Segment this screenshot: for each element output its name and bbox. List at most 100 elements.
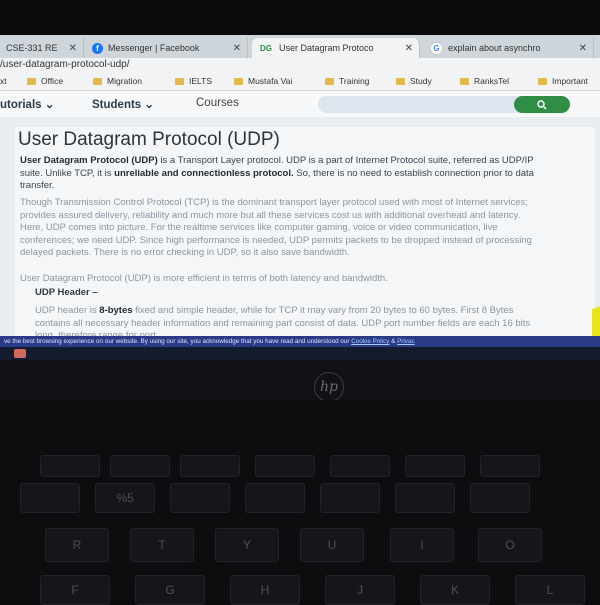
folder-icon (93, 77, 102, 85)
tab-title: Messenger | Facebook (108, 43, 200, 53)
bookmark-item[interactable]: Training (325, 76, 369, 86)
keyboard-key (320, 483, 380, 513)
efficiency-paragraph: User Datagram Protocol (UDP) is more eff… (20, 273, 388, 284)
bookmark-label: xt (0, 76, 7, 86)
search-icon (537, 99, 547, 110)
google-icon: G (430, 41, 443, 55)
facebook-icon: f (92, 42, 103, 54)
key-f: F (40, 575, 110, 605)
keyboard-key (110, 455, 170, 477)
url-text[interactable]: /user-datagram-protocol-udp/ (0, 59, 130, 70)
close-icon[interactable]: ✕ (69, 43, 77, 54)
bookmark-label: IELTS (189, 76, 212, 86)
folder-icon (175, 77, 184, 85)
site-navigation: utorials ⌄ Students ⌄ Courses (0, 91, 600, 117)
bookmark-label: Mustafa Vai (248, 76, 293, 86)
keyboard-key (405, 455, 465, 477)
bookmarks-bar: xt Office Migration IELTS Mustafa Vai Tr… (0, 74, 600, 91)
key-l: L (515, 575, 585, 605)
bookmark-item[interactable]: Study (396, 76, 432, 86)
key-y: Y (215, 528, 279, 562)
key-t: T (130, 528, 194, 562)
keyboard-key (395, 483, 455, 513)
text-span: UDP header is (35, 305, 100, 316)
tab-title: explain about asynchro (448, 43, 541, 53)
bookmark-item[interactable]: xt (0, 76, 7, 86)
keyboard-key (330, 455, 390, 477)
udp-header-heading: UDP Header – (35, 287, 98, 298)
article-title: User Datagram Protocol (UDP) (18, 129, 280, 150)
keyboard-key: % 5 (95, 483, 155, 513)
chevron-down-icon: ⌄ (44, 99, 55, 111)
taskbar-app-icon[interactable] (14, 349, 26, 358)
laptop-bezel (0, 360, 600, 400)
nav-label: utorials (0, 99, 42, 111)
hp-logo: hp (314, 372, 344, 402)
term-bold: unreliable and connectionless protocol. (114, 167, 294, 179)
bookmark-label: Office (41, 76, 64, 86)
geeksforgeeks-icon: DG (260, 43, 272, 53)
folder-icon (460, 77, 469, 85)
bookmark-item[interactable]: Important (538, 76, 588, 86)
term-bold: User Datagram Protocol (UDP) (20, 155, 158, 166)
folder-icon (27, 77, 36, 85)
tab-messenger[interactable]: f Messenger | Facebook ✕ (86, 38, 248, 58)
keyboard-key (255, 455, 315, 477)
bookmark-label: Study (410, 76, 432, 86)
close-icon[interactable]: ✕ (405, 43, 413, 54)
key-i: I (390, 528, 454, 562)
bookmark-label: RanksTel (474, 76, 509, 86)
privacy-policy-link[interactable]: Privac (397, 338, 415, 345)
cookie-policy-link[interactable]: Cookie Policy (351, 338, 389, 345)
search-button[interactable] (514, 96, 570, 113)
nav-tutorials[interactable]: utorials ⌄ (0, 97, 54, 111)
tab-title: CSE-331 RE (6, 43, 58, 53)
key-o: O (478, 528, 542, 562)
bookmark-item[interactable]: IELTS (175, 76, 212, 86)
bookmark-item[interactable]: Mustafa Vai (234, 76, 292, 86)
tab-cse331[interactable]: CSE-331 RE ✕ (0, 38, 84, 58)
intro-paragraph: User Datagram Protocol (UDP) is a Transp… (20, 155, 540, 193)
key-h: H (230, 575, 300, 605)
bookmark-label: Migration (107, 76, 142, 86)
os-taskbar (0, 347, 600, 360)
tab-udp[interactable]: DG User Datagram Protoco ✕ (252, 38, 420, 58)
key-k: K (420, 575, 490, 605)
address-bar[interactable]: /user-datagram-protocol-udp/ (0, 58, 600, 74)
article: User Datagram Protocol (UDP) User Datagr… (15, 127, 595, 352)
keyboard-key (245, 483, 305, 513)
term-bold: 8-bytes (99, 305, 133, 316)
tab-title: User Datagram Protoco (279, 43, 374, 53)
close-icon[interactable]: ✕ (579, 43, 587, 54)
tcp-comparison-paragraph: Though Transmission Control Protocol (TC… (20, 197, 532, 258)
laptop-screen: CSE-331 RE ✕ f Messenger | Facebook ✕ DG… (0, 35, 600, 360)
cookie-amp: & (389, 338, 398, 345)
folder-icon (234, 77, 243, 85)
chevron-down-icon: ⌄ (144, 99, 155, 111)
keyboard-key (40, 455, 100, 477)
nav-students[interactable]: Students ⌄ (92, 97, 154, 111)
key-j: J (325, 575, 395, 605)
close-icon[interactable]: ✕ (233, 43, 241, 54)
nav-courses[interactable]: Courses (196, 97, 239, 109)
keyboard-key (180, 455, 240, 477)
key-label: % (116, 491, 127, 505)
folder-icon (538, 77, 547, 85)
bookmark-item[interactable]: RanksTel (460, 76, 509, 86)
folder-icon (325, 77, 334, 85)
key-r: R (45, 528, 109, 562)
keyboard-key (20, 483, 80, 513)
folder-icon (396, 77, 405, 85)
browser-tab-bar: CSE-331 RE ✕ f Messenger | Facebook ✕ DG… (0, 35, 600, 58)
keyboard-key (480, 455, 540, 477)
page-content: User Datagram Protocol (UDP) User Datagr… (0, 117, 600, 360)
keyboard-key (170, 483, 230, 513)
nav-label: Students (92, 99, 142, 111)
tab-google-search[interactable]: G explain about asynchro ✕ (424, 38, 594, 58)
bookmark-item[interactable]: Office (27, 76, 63, 86)
bookmark-item[interactable]: Migration (93, 76, 142, 86)
bookmark-label: Important (552, 76, 588, 86)
key-g: G (135, 575, 205, 605)
key-u: U (300, 528, 364, 562)
cookie-text: ve the best browsing experience on our w… (4, 338, 352, 345)
